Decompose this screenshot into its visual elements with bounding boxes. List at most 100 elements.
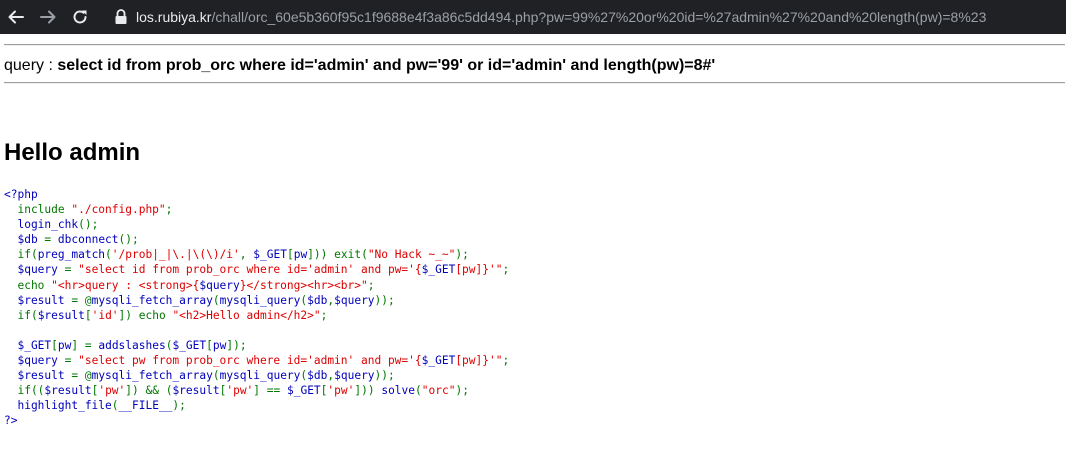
code-line: login_chk(); [4,218,98,231]
code-token: [ [206,338,213,352]
code-token: ; [320,308,328,322]
code-token: ( [105,248,112,262]
code-token: $query [199,278,240,292]
code-token: $_GET [172,338,207,352]
hello-heading: Hello admin [4,139,141,166]
code-token: (); [78,218,99,232]
code-token: __FILE__ [118,399,173,413]
code-token: ( [415,384,422,398]
code-token: "No Hack ~_~" [367,248,456,262]
code-token: mysqli_query [219,369,301,383]
code-token: mysqli_fetch_array [91,369,213,383]
code-token: $db [307,369,328,383]
code-token: ; [502,354,510,368]
address-bar[interactable]: los.rubiya.kr/chall/orc_60e5b360f95c1f96… [136,9,986,25]
code-token: ?> [4,414,18,428]
code-token: 'pw' [98,384,126,398]
code-token: $result [44,384,92,398]
code-token: ( [111,399,119,413]
code-token: 'pw' [226,384,254,398]
code-line: highlight_file(__FILE__); [4,399,185,413]
code-token: [pw]}'" [455,354,503,368]
code-token: = [44,233,58,247]
code-token: $db [307,293,328,307]
code-token: $query [4,354,65,368]
code-line: $query = "select id from prob_orc where … [4,263,509,276]
code-token: = [64,354,79,368]
code-token: [ [286,248,294,262]
code-token: ); [455,384,469,398]
code-token: ); [455,248,469,262]
code-line: $result = @mysqli_fetch_array(mysqli_que… [4,369,395,383]
code-token: , [239,248,254,262]
code-token: ])) [354,384,382,398]
code-line [4,324,11,337]
query-label: query : [4,57,58,74]
reload-button[interactable] [69,6,91,28]
code-token: ]) echo [118,308,173,322]
code-token: "select pw from prob_orc where id='admin… [78,354,422,368]
code-token: ; [367,278,375,292]
code-token: ] == [253,384,287,398]
code-token: $_GET [253,248,287,262]
code-token: [ [84,308,92,322]
forward-arrow-icon [39,8,57,26]
code-token: dbconnect [57,233,119,247]
code-token: $query [334,369,375,383]
code-token: ( [212,293,220,307]
code-token: ; [165,203,173,217]
reload-icon [71,8,89,26]
code-token: $db [4,233,45,247]
code-token: ]); [226,338,247,352]
code-token: ]) && ( [125,384,173,398]
code-token: = [64,263,79,277]
query-text: select id from prob_orc where id='admin'… [57,57,716,74]
code-line: ?> [4,414,17,427]
code-token: $_GET [286,384,321,398]
code-token: [ [51,338,58,352]
code-token: $query [4,263,65,277]
code-token: if( [4,308,38,322]
code-token: }</strong><hr><br>" [239,278,368,292]
forward-button[interactable] [37,6,59,28]
back-arrow-icon [7,8,25,26]
code-token: = @ [71,369,92,383]
code-token: $result [4,369,72,383]
code-token: ])) exit( [307,248,368,262]
code-token: "./config.php" [71,203,166,217]
code-token: = @ [71,293,92,307]
code-line: $_GET[pw] = addslashes($_GET[pw]); [4,338,247,352]
code-token: )); [374,369,395,383]
code-token: pw [212,338,227,352]
code-token: (); [118,233,139,247]
code-line: $db = dbconnect(); [4,233,139,247]
code-token: ; [502,263,510,277]
code-token: $_GET [421,354,456,368]
code-token: pw [57,338,72,352]
code-token: <?php [4,188,38,201]
code-line: if($result['id']) echo "<h2>Hello admin<… [4,309,327,322]
code-token: login_chk [4,218,79,232]
code-token: "orc" [421,384,456,398]
code-token: '/prob|_|\.|\(\)/i' [111,248,240,262]
code-token: 'id' [91,308,119,322]
code-line: if(($result['pw']) && ($result['pw'] == … [4,384,469,398]
code-token: "select id from prob_orc where id='admin… [78,263,422,277]
code-line: if(preg_match('/prob|_|\.|\(\)/i', $_GET… [4,248,469,262]
code-line: include "./config.php"; [4,203,172,216]
code-token: mysqli_fetch_array [91,293,213,307]
code-line: $result = @mysqli_fetch_array(mysqli_que… [4,293,395,307]
url-path: /chall/orc_60e5b360f95c1f9688e4f3a86c5dd… [211,9,987,25]
code-token: ] = [71,338,99,352]
code-token: if( [4,248,38,262]
code-token: addslashes [98,338,166,352]
code-token: [pw]}'" [455,263,503,277]
code-line: $query = "select pw from prob_orc where … [4,354,509,367]
code-token: $result [37,308,85,322]
code-token: include [4,203,72,217]
code-token: solve [381,384,416,398]
back-button[interactable] [5,6,27,28]
code-token: )); [374,293,395,307]
code-line: <?php [4,188,38,201]
